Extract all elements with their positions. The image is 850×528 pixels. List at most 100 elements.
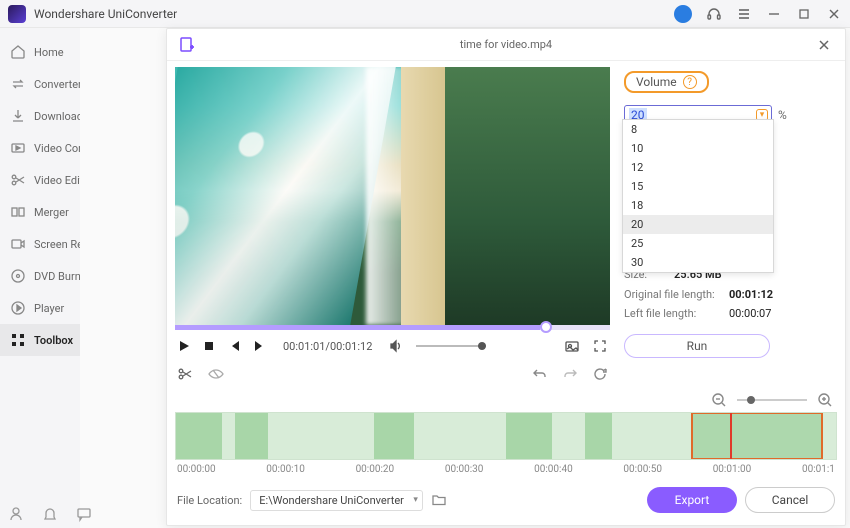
avatar-icon[interactable] bbox=[674, 5, 692, 23]
titlebar-right bbox=[674, 5, 842, 23]
sidebar-item-label: Video Compressor bbox=[34, 142, 80, 155]
sidebar-item-toolbox[interactable]: Toolbox bbox=[0, 324, 80, 356]
close-icon[interactable] bbox=[826, 6, 842, 22]
next-frame-button[interactable] bbox=[253, 339, 267, 353]
menu-icon[interactable] bbox=[736, 6, 752, 22]
modal-header: time for video.mp4 bbox=[167, 29, 845, 61]
sidebar-item-player[interactable]: Player bbox=[0, 292, 80, 324]
export-button[interactable]: Export bbox=[647, 487, 737, 513]
merge-icon bbox=[10, 204, 26, 220]
eye-icon[interactable] bbox=[207, 366, 225, 382]
editor-modal: time for video.mp4 00:01:01/00:01:12 bbox=[166, 28, 846, 526]
home-icon bbox=[10, 44, 26, 60]
app-logo bbox=[8, 5, 26, 23]
user-icon[interactable] bbox=[8, 506, 24, 522]
zoom-in-icon[interactable] bbox=[817, 392, 833, 408]
content: tor $ $ data tadata $ CD. time for video… bbox=[80, 28, 850, 528]
play-button[interactable] bbox=[177, 339, 191, 353]
modal-footer: File Location: E:\Wondershare UniConvert… bbox=[167, 475, 845, 513]
selection-range[interactable] bbox=[691, 412, 823, 460]
cut-icon[interactable] bbox=[177, 366, 193, 382]
scissors-icon bbox=[10, 172, 26, 188]
record-icon bbox=[10, 236, 26, 252]
timeline-track[interactable] bbox=[175, 412, 837, 460]
sidebar-item-label: Merger bbox=[34, 206, 69, 219]
video-progress[interactable] bbox=[175, 325, 610, 330]
sidebar-item-label: Converter bbox=[34, 78, 80, 91]
volume-option[interactable]: 18 bbox=[623, 196, 773, 215]
time-display: 00:01:01/00:01:12 bbox=[283, 340, 372, 353]
grid-icon bbox=[10, 332, 26, 348]
fullscreen-icon[interactable] bbox=[592, 338, 608, 354]
sidebar-item-label: Video Editor bbox=[34, 174, 80, 187]
volume-icon[interactable] bbox=[388, 338, 404, 354]
video-preview[interactable] bbox=[175, 67, 610, 325]
help-icon[interactable]: ? bbox=[683, 75, 697, 89]
sidebar-item-label: DVD Burner bbox=[34, 270, 80, 283]
app-title: Wondershare UniConverter bbox=[34, 7, 674, 21]
cancel-button[interactable]: Cancel bbox=[745, 487, 835, 513]
sidebar-item-merger[interactable]: Merger bbox=[0, 196, 80, 228]
convert-icon bbox=[10, 76, 26, 92]
maximize-icon[interactable] bbox=[796, 6, 812, 22]
file-location-select[interactable]: E:\Wondershare UniConverter▾ bbox=[250, 490, 423, 511]
edit-tools bbox=[175, 362, 610, 390]
sidebar-item-compressor[interactable]: Video Compressor bbox=[0, 132, 80, 164]
file-location-label: File Location: bbox=[177, 494, 242, 507]
zoom-slider[interactable] bbox=[737, 399, 807, 401]
volume-slider[interactable] bbox=[416, 345, 486, 347]
undo-icon[interactable] bbox=[532, 366, 548, 382]
sidebar-item-dvd[interactable]: DVD Burner bbox=[0, 260, 80, 292]
volume-option[interactable]: 30 bbox=[623, 253, 773, 272]
playhead[interactable] bbox=[730, 412, 732, 460]
volume-option[interactable]: 25 bbox=[623, 234, 773, 253]
stop-button[interactable] bbox=[203, 340, 215, 352]
download-icon bbox=[10, 108, 26, 124]
sidebar-item-home[interactable]: Home bbox=[0, 36, 80, 68]
bell-icon[interactable] bbox=[42, 506, 58, 522]
timeline-area: 00:00:00 00:00:10 00:00:20 00:00:30 00:0… bbox=[167, 390, 845, 475]
volume-label: Volume ? bbox=[624, 71, 709, 93]
bottom-icons bbox=[8, 506, 92, 522]
volume-option[interactable]: 20 bbox=[623, 215, 773, 234]
sidebar: Home Converter Downloader Video Compress… bbox=[0, 28, 80, 528]
sidebar-item-downloader[interactable]: Downloader bbox=[0, 100, 80, 132]
sidebar-item-label: Player bbox=[34, 302, 64, 315]
minimize-icon[interactable] bbox=[766, 6, 782, 22]
sidebar-item-label: Screen Recorder bbox=[34, 238, 80, 251]
zoom-controls bbox=[175, 390, 837, 410]
volume-unit: % bbox=[778, 108, 787, 122]
sidebar-item-label: Toolbox bbox=[34, 334, 73, 347]
add-file-icon[interactable] bbox=[177, 35, 197, 55]
folder-icon[interactable] bbox=[431, 492, 447, 508]
run-button[interactable]: Run bbox=[624, 334, 770, 358]
volume-option[interactable]: 15 bbox=[623, 177, 773, 196]
compress-icon bbox=[10, 140, 26, 156]
sidebar-item-label: Home bbox=[34, 46, 64, 59]
play-icon bbox=[10, 300, 26, 316]
volume-option[interactable]: 12 bbox=[623, 158, 773, 177]
main: Home Converter Downloader Video Compress… bbox=[0, 28, 850, 528]
modal-title: time for video.mp4 bbox=[460, 38, 552, 51]
video-column: 00:01:01/00:01:12 bbox=[175, 67, 610, 390]
sidebar-item-editor[interactable]: Video Editor bbox=[0, 164, 80, 196]
playback-controls: 00:01:01/00:01:12 bbox=[175, 330, 610, 362]
disc-icon bbox=[10, 268, 26, 284]
volume-option[interactable]: 8 bbox=[623, 120, 773, 139]
prev-frame-button[interactable] bbox=[227, 339, 241, 353]
sidebar-item-recorder[interactable]: Screen Recorder bbox=[0, 228, 80, 260]
redo-icon[interactable] bbox=[562, 366, 578, 382]
feedback-icon[interactable] bbox=[76, 506, 92, 522]
snapshot-icon[interactable] bbox=[564, 338, 580, 354]
sidebar-item-label: Downloader bbox=[34, 110, 80, 123]
volume-dropdown: 8 10 12 15 18 20 25 30 bbox=[622, 119, 774, 273]
chevron-down-icon: ▾ bbox=[413, 495, 418, 505]
time-ruler: 00:00:00 00:00:10 00:00:20 00:00:30 00:0… bbox=[175, 460, 837, 475]
close-icon[interactable] bbox=[813, 34, 835, 56]
zoom-out-icon[interactable] bbox=[711, 392, 727, 408]
volume-option[interactable]: 10 bbox=[623, 139, 773, 158]
sidebar-item-converter[interactable]: Converter bbox=[0, 68, 80, 100]
headset-icon[interactable] bbox=[706, 6, 722, 22]
titlebar: Wondershare UniConverter bbox=[0, 0, 850, 28]
refresh-icon[interactable] bbox=[592, 366, 608, 382]
